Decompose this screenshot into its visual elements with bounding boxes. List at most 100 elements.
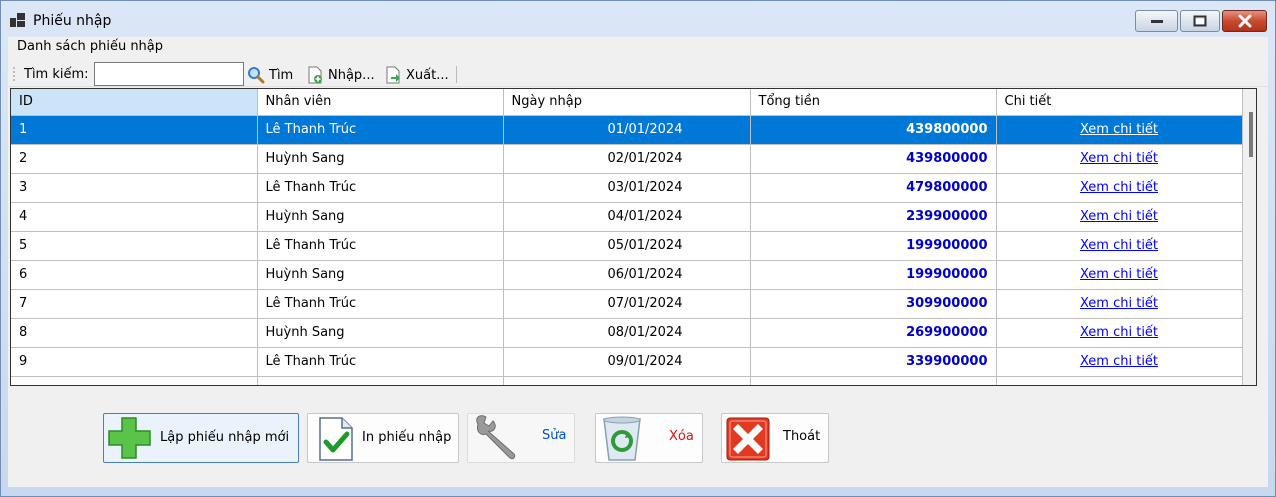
window: Phiếu nhập Danh sách phiếu nhập Tìm kiếm… xyxy=(0,0,1276,497)
view-detail-link[interactable]: Xem chi tiết xyxy=(1080,151,1158,166)
cell-employee[interactable]: Lê Thanh Trúc xyxy=(257,347,504,377)
table-row[interactable]: 5 Lê Thanh Trúc 05/01/2024 199900000 Xem chi… xyxy=(11,231,1243,261)
cell-date[interactable]: 07/01/2024 xyxy=(503,289,751,319)
cell-date[interactable]: 09/01/2024 xyxy=(503,347,751,377)
cell-id[interactable]: 5 xyxy=(11,231,258,261)
cell-total[interactable]: 309900000 xyxy=(750,289,997,319)
cell-date[interactable]: 08/01/2024 xyxy=(503,318,751,348)
cell-id[interactable]: 3 xyxy=(11,173,258,203)
cell-date[interactable] xyxy=(503,376,751,385)
document-check-icon xyxy=(319,417,353,461)
print-receipt-button[interactable]: In phiếu nhập xyxy=(307,413,459,463)
cell-detail: Xem chi tiết xyxy=(996,289,1243,319)
table-row[interactable]: 9 Lê Thanh Trúc 09/01/2024 339900000 Xem chi… xyxy=(11,347,1243,377)
table-row[interactable]: 7 Lê Thanh Trúc 07/01/2024 309900000 Xem chi… xyxy=(11,289,1243,319)
edit-button[interactable]: Sửa xyxy=(467,413,575,463)
view-detail-link[interactable]: Xem chi tiết xyxy=(1080,238,1158,253)
view-detail-link[interactable]: Xem chi tiết xyxy=(1080,122,1158,137)
cell-id[interactable]: 8 xyxy=(11,318,258,348)
exit-button[interactable]: Thoát xyxy=(721,413,829,463)
view-detail-link[interactable]: Xem chi tiết xyxy=(1080,354,1158,369)
cell-detail: Xem chi tiết xyxy=(996,173,1243,203)
title-bar[interactable]: Phiếu nhập xyxy=(1,1,1275,37)
view-detail-link[interactable]: Xem chi tiết xyxy=(1080,296,1158,311)
cell-date[interactable]: 04/01/2024 xyxy=(503,202,751,232)
cell-employee[interactable] xyxy=(257,376,504,385)
column-header-detail[interactable]: Chi tiết xyxy=(996,89,1243,116)
table-row[interactable]: 3 Lê Thanh Trúc 03/01/2024 479800000 Xem chi… xyxy=(11,173,1243,203)
table-row[interactable]: 2 Huỳnh Sang 02/01/2024 439800000 Xem chi ti… xyxy=(11,144,1243,174)
find-button[interactable]: Tìm xyxy=(247,65,293,85)
cell-id[interactable]: 9 xyxy=(11,347,258,377)
cell-employee[interactable]: Huỳnh Sang xyxy=(257,202,504,232)
cell-id[interactable]: 7 xyxy=(11,289,258,319)
cell-total[interactable]: 269900000 xyxy=(750,318,997,348)
cell-id[interactable] xyxy=(11,376,258,385)
vertical-scrollbar[interactable] xyxy=(1243,89,1256,385)
cell-total[interactable]: 199900000 xyxy=(750,260,997,290)
maximize-button[interactable] xyxy=(1180,10,1220,32)
cell-employee[interactable]: Lê Thanh Trúc xyxy=(257,231,504,261)
find-label: Tìm xyxy=(269,67,294,83)
column-header-employee[interactable]: Nhân viên xyxy=(257,89,504,116)
scrollbar-thumb[interactable] xyxy=(1249,112,1253,157)
column-header-total[interactable]: Tổng tiền xyxy=(750,89,997,116)
cell-date[interactable]: 02/01/2024 xyxy=(503,144,751,174)
export-document-icon xyxy=(386,66,400,84)
table-row[interactable]: 8 Huỳnh Sang 08/01/2024 269900000 Xem chi ti… xyxy=(11,318,1243,348)
cell-date[interactable]: 05/01/2024 xyxy=(503,231,751,261)
create-receipt-label: Lập phiếu nhập mới xyxy=(160,430,290,445)
cell-employee[interactable]: Lê Thanh Trúc xyxy=(257,115,504,145)
cell-detail: Xem chi tiết xyxy=(996,115,1243,145)
receipts-grid[interactable]: ID Nhân viên Ngày nhập Tổng tiền Chi tiế… xyxy=(10,88,1257,386)
close-window-button[interactable] xyxy=(1222,10,1267,32)
import-document-icon xyxy=(308,66,322,84)
close-x-icon xyxy=(726,417,770,461)
cell-detail: Xem chi tiết xyxy=(996,144,1243,174)
toolbar-grip[interactable] xyxy=(13,66,15,82)
cell-total[interactable]: 439800000 xyxy=(750,115,997,145)
cell-date[interactable]: 03/01/2024 xyxy=(503,173,751,203)
column-header-date[interactable]: Ngày nhập xyxy=(503,89,751,116)
import-button[interactable]: Nhập... xyxy=(306,65,375,85)
cell-employee[interactable]: Huỳnh Sang xyxy=(257,318,504,348)
cell-total[interactable]: 439800000 xyxy=(750,144,997,174)
cell-id[interactable]: 4 xyxy=(11,202,258,232)
create-receipt-button[interactable]: Lập phiếu nhập mới xyxy=(103,413,299,463)
cell-id[interactable]: 1 xyxy=(11,115,258,145)
table-row[interactable]: 1 Lê Thanh Trúc 01/01/2024 439800000 Xem chi… xyxy=(11,115,1243,145)
cell-employee[interactable]: Huỳnh Sang xyxy=(257,144,504,174)
table-row[interactable] xyxy=(11,376,1243,385)
print-receipt-label: In phiếu nhập xyxy=(362,430,452,445)
cell-total[interactable]: 199900000 xyxy=(750,231,997,261)
view-detail-link[interactable]: Xem chi tiết xyxy=(1080,180,1158,195)
client-area: Danh sách phiếu nhập Tìm kiếm: Tìm Nhập.… xyxy=(8,37,1268,487)
cell-id[interactable]: 2 xyxy=(11,144,258,174)
cell-total[interactable]: 339900000 xyxy=(750,347,997,377)
cell-employee[interactable]: Lê Thanh Trúc xyxy=(257,289,504,319)
view-detail-link[interactable]: Xem chi tiết xyxy=(1080,325,1158,340)
recycle-bin-icon xyxy=(603,416,641,461)
search-input[interactable] xyxy=(94,62,244,86)
cell-total[interactable]: 239900000 xyxy=(750,202,997,232)
view-detail-link[interactable]: Xem chi tiết xyxy=(1080,209,1158,224)
cell-total[interactable] xyxy=(750,376,997,385)
view-detail-link[interactable]: Xem chi tiết xyxy=(1080,267,1158,282)
cell-id[interactable]: 6 xyxy=(11,260,258,290)
column-header-id[interactable]: ID xyxy=(11,89,258,116)
table-row[interactable]: 6 Huỳnh Sang 06/01/2024 199900000 Xem chi ti… xyxy=(11,260,1243,290)
cell-total[interactable]: 479800000 xyxy=(750,173,997,203)
cell-employee[interactable]: Lê Thanh Trúc xyxy=(257,173,504,203)
cell-date[interactable]: 06/01/2024 xyxy=(503,260,751,290)
cell-detail: Xem chi tiết xyxy=(996,231,1243,261)
cell-employee[interactable]: Huỳnh Sang xyxy=(257,260,504,290)
table-row[interactable]: 4 Huỳnh Sang 04/01/2024 239900000 Xem chi ti… xyxy=(11,202,1243,232)
cell-date[interactable]: 01/01/2024 xyxy=(503,115,751,145)
import-label: Nhập... xyxy=(328,67,375,83)
export-button[interactable]: Xuất... xyxy=(384,65,449,85)
toolbar-separator xyxy=(456,66,457,83)
app-icon xyxy=(10,13,26,27)
search-label: Tìm kiếm: xyxy=(24,67,89,82)
delete-button[interactable]: Xóa xyxy=(595,413,703,463)
minimize-button[interactable] xyxy=(1135,10,1178,32)
